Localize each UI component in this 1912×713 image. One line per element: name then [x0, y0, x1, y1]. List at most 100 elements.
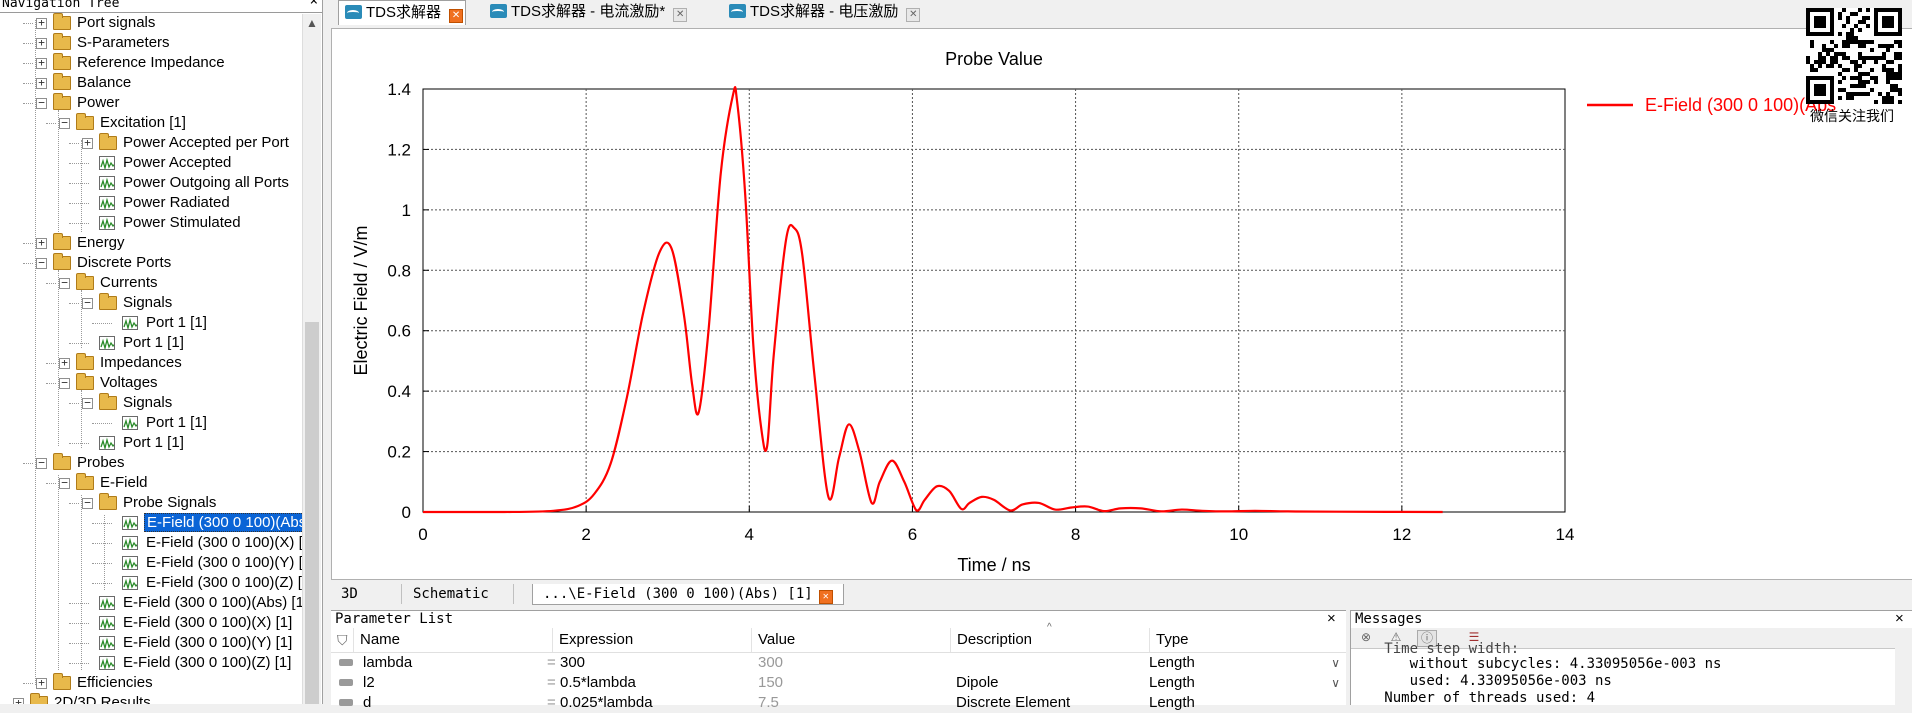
tree-item[interactable]: Port 1 [1] — [0, 313, 302, 333]
param-type[interactable]: Length — [1149, 653, 1195, 673]
scrollbar-thumb[interactable] — [305, 322, 319, 704]
tree-item[interactable]: E-Field (300 0 100)(X) [1 — [0, 533, 311, 553]
tree-item[interactable]: + Port signals — [0, 13, 302, 33]
tree-item-label[interactable]: Power Accepted — [121, 153, 233, 173]
tree-item-label[interactable]: E-Field (300 0 100)(Z) [1] — [121, 653, 293, 673]
collapse-icon[interactable]: − — [82, 397, 93, 409]
pin-icon[interactable] — [339, 699, 353, 706]
tree-item[interactable]: Power Outgoing all Ports — [0, 173, 302, 193]
tree-item-label[interactable]: Excitation [1] — [98, 113, 188, 133]
tree-item-label[interactable]: E-Field (300 0 100)(X) [1 — [144, 533, 313, 553]
tree-item[interactable]: − Voltages — [0, 373, 302, 393]
pin-icon[interactable] — [339, 679, 353, 686]
tree-item-label[interactable]: Port signals — [75, 13, 157, 33]
expand-icon[interactable]: + — [36, 57, 47, 69]
tree-item[interactable]: E-Field (300 0 100)(Abs) — [0, 513, 315, 533]
tree-item-label[interactable]: Reference Impedance — [75, 53, 227, 73]
collapse-icon[interactable]: − — [36, 457, 47, 469]
close-icon[interactable]: × — [310, 0, 318, 9]
collapse-icon[interactable]: − — [59, 117, 70, 129]
param-expression[interactable]: 0.5*lambda — [560, 673, 636, 693]
table-row[interactable]: d = 0.025*lambda 7.5 Discrete Element Le… — [331, 693, 1346, 713]
tree-item-label[interactable]: Currents — [98, 273, 160, 293]
tree-item-label[interactable]: Port 1 [1] — [144, 313, 209, 333]
tree-item-label[interactable]: E-Field (300 0 100)(Z) [1 — [144, 573, 312, 593]
tree-item-label[interactable]: Probes — [75, 453, 127, 473]
scroll-up-icon[interactable]: ▲ — [306, 16, 318, 30]
tree-item-label[interactable]: S-Parameters — [75, 33, 172, 53]
tree-item-label[interactable]: E-Field — [98, 473, 150, 493]
tree-item[interactable]: − Excitation [1] — [0, 113, 302, 133]
column-header-name[interactable]: Name — [353, 628, 552, 652]
tree-item[interactable]: + Power Accepted per Port — [0, 133, 302, 153]
tree-item-label[interactable]: 2D/3D Results — [52, 693, 153, 704]
tree-item-label[interactable]: Power — [75, 93, 122, 113]
close-tab-icon[interactable]: ✕ — [673, 8, 688, 22]
tree-item-label[interactable]: Energy — [75, 233, 127, 253]
tree-item-label[interactable]: Efficiencies — [75, 673, 155, 693]
tree-item[interactable]: − Power — [0, 93, 302, 113]
tree-item[interactable]: Power Radiated — [0, 193, 302, 213]
expand-icon[interactable]: + — [36, 237, 47, 249]
tree-item[interactable]: − Signals — [0, 293, 302, 313]
chevron-down-icon[interactable]: ∨ — [1331, 653, 1340, 673]
tree-item-label[interactable]: Impedances — [98, 353, 184, 373]
tree-item-label[interactable]: Balance — [75, 73, 133, 93]
tab-efield-plot[interactable]: ...\E-Field (300 0 100)(Abs) [1] ✕ — [532, 584, 844, 605]
tree-item-label[interactable]: Port 1 [1] — [144, 413, 209, 433]
tree-item[interactable]: − Currents — [0, 273, 302, 293]
tree-item-label[interactable]: E-Field (300 0 100)(X) [1] — [121, 613, 294, 633]
tree-item[interactable]: Port 1 [1] — [0, 413, 302, 433]
close-icon[interactable]: × — [1895, 610, 1904, 627]
tree-item[interactable]: − Signals — [0, 393, 302, 413]
tab-tds-solver-current[interactable]: TDS求解器 - 电流激励* ✕ — [484, 0, 690, 24]
probe-value-chart[interactable]: 0 2 4 6 8 10 12 14 0 0.2 0.4 0.6 0.8 1 1.2 1.4 Probe Val… — [332, 29, 1912, 579]
tab-tds-solver[interactable]: TDS求解器 ✕ — [338, 0, 466, 25]
messages-scrollbar[interactable] — [1895, 648, 1912, 705]
expand-icon[interactable]: + — [13, 697, 24, 704]
expand-icon[interactable]: + — [59, 357, 70, 369]
collapse-icon[interactable]: − — [82, 497, 93, 509]
tree-item[interactable]: − E-Field — [0, 473, 302, 493]
expand-icon[interactable]: + — [36, 37, 47, 49]
tree-item-label[interactable]: Voltages — [98, 373, 160, 393]
tree-item[interactable]: − Probes — [0, 453, 302, 473]
param-description[interactable]: Dipole — [956, 673, 999, 693]
navigation-tree-scrollbar[interactable]: ▲ — [302, 14, 321, 704]
column-header-expression[interactable]: Expression — [552, 628, 751, 652]
expand-icon[interactable]: + — [36, 677, 47, 689]
plot-view[interactable]: 0 2 4 6 8 10 12 14 0 0.2 0.4 0.6 0.8 1 1.2 1.4 Probe Val… — [331, 28, 1912, 580]
tree-item-label[interactable]: Power Stimulated — [121, 213, 243, 233]
collapse-icon[interactable]: − — [82, 297, 93, 309]
tree-item[interactable]: E-Field (300 0 100)(Z) [1] — [0, 653, 302, 673]
param-type[interactable]: Length — [1149, 693, 1195, 713]
close-tab-icon[interactable]: ✕ — [906, 8, 921, 22]
filter-icon[interactable]: ⛉ — [337, 632, 348, 649]
param-description[interactable]: Discrete Element — [956, 693, 1070, 713]
collapse-icon[interactable]: − — [59, 377, 70, 389]
collapse-icon[interactable]: − — [59, 477, 70, 489]
close-icon[interactable]: × — [1327, 610, 1336, 627]
close-tab-icon[interactable]: ✕ — [449, 9, 464, 23]
tree-item-label[interactable]: Signals — [121, 293, 174, 313]
tree-item[interactable]: Power Accepted — [0, 153, 302, 173]
tree-item[interactable]: E-Field (300 0 100)(Abs) [1] — [0, 593, 308, 613]
pin-icon[interactable] — [339, 659, 353, 666]
table-row[interactable]: lambda = 300 300 Length ∨ — [331, 653, 1346, 673]
column-header-type[interactable]: Type — [1149, 628, 1346, 652]
tree-item[interactable]: E-Field (300 0 100)(Y) [1] — [0, 633, 302, 653]
expand-icon[interactable]: + — [36, 17, 47, 29]
close-tab-icon[interactable]: ✕ — [818, 590, 833, 604]
tree-item[interactable]: E-Field (300 0 100)(X) [1] — [0, 613, 302, 633]
tree-item-label[interactable]: Discrete Ports — [75, 253, 173, 273]
tree-item-label[interactable]: Port 1 [1] — [121, 333, 186, 353]
tree-item-label[interactable]: Signals — [121, 393, 174, 413]
param-expression[interactable]: 0.025*lambda — [560, 693, 653, 713]
tree-item[interactable]: + Energy — [0, 233, 302, 253]
tree-item-label[interactable]: E-Field (300 0 100)(Y) [1 — [144, 553, 313, 573]
table-row[interactable]: l2 = 0.5*lambda 150 Dipole Length ∨ — [331, 673, 1346, 693]
tree-item[interactable]: + Reference Impedance — [0, 53, 302, 73]
chevron-down-icon[interactable]: ∨ — [1331, 673, 1340, 693]
collapse-icon[interactable]: − — [59, 277, 70, 289]
param-type[interactable]: Length — [1149, 673, 1195, 693]
